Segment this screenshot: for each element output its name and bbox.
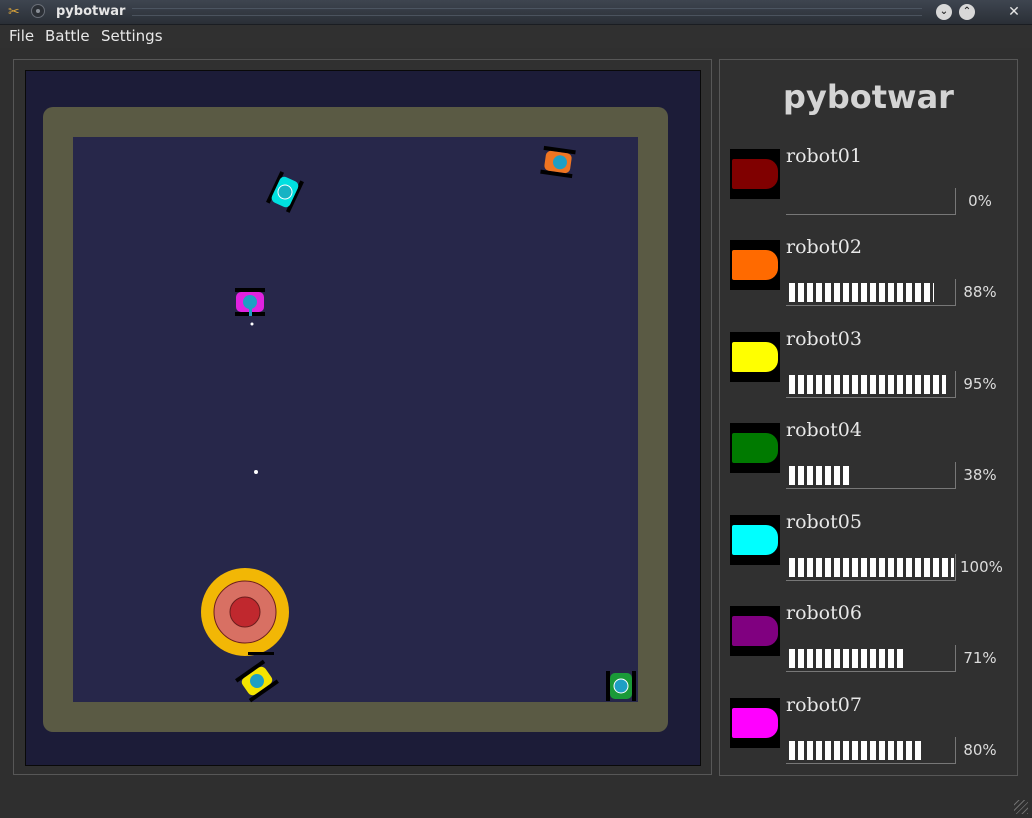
robot03-icon bbox=[730, 332, 780, 382]
robot-name: robot07 bbox=[786, 694, 862, 716]
minimize-icon[interactable]: ⌄ bbox=[936, 4, 952, 20]
menu-battle[interactable]: Battle bbox=[45, 27, 90, 45]
menu-file[interactable]: File bbox=[9, 27, 34, 45]
robot-entry: robot07 80% bbox=[730, 694, 1010, 768]
close-icon[interactable]: ✕ bbox=[1006, 4, 1022, 20]
title-bar: ✂ pybotwar ⌄ ⌃ ✕ bbox=[0, 0, 1032, 25]
health-bar bbox=[786, 188, 956, 215]
resize-grip-icon[interactable] bbox=[1014, 800, 1028, 814]
robot-name: robot06 bbox=[786, 602, 862, 624]
robot01-icon bbox=[730, 149, 780, 199]
robot06-icon bbox=[730, 606, 780, 656]
health-bar bbox=[786, 371, 956, 398]
robot-name: robot04 bbox=[786, 419, 862, 441]
health-bar bbox=[786, 279, 956, 306]
menu-settings[interactable]: Settings bbox=[101, 27, 163, 45]
health-percent: 71% bbox=[963, 649, 997, 667]
robot-name: robot03 bbox=[786, 328, 862, 350]
robot04-icon bbox=[730, 423, 780, 473]
menu-bar: File Battle Settings bbox=[0, 25, 1032, 48]
health-bar bbox=[786, 462, 956, 489]
app-logo-icon: ✂ bbox=[8, 4, 20, 20]
arena-floor bbox=[73, 137, 638, 702]
health-percent: 88% bbox=[963, 283, 997, 301]
maximize-icon[interactable]: ⌃ bbox=[959, 4, 975, 20]
health-percent: 0% bbox=[968, 192, 992, 210]
window-title: pybotwar bbox=[56, 4, 126, 19]
robot02-icon bbox=[730, 240, 780, 290]
robot-entry: robot05 100% bbox=[730, 511, 1010, 585]
health-bar bbox=[786, 737, 956, 764]
health-percent: 95% bbox=[963, 375, 997, 393]
robot-entry: robot04 38% bbox=[730, 419, 1010, 493]
robot-name: robot02 bbox=[786, 236, 862, 258]
robot-name: robot01 bbox=[786, 145, 862, 167]
robot-entry: robot03 95% bbox=[730, 328, 1010, 402]
title-bar-rule bbox=[132, 8, 922, 16]
health-percent: 80% bbox=[963, 741, 997, 759]
robot-name: robot05 bbox=[786, 511, 862, 533]
health-bar bbox=[786, 645, 956, 672]
health-percent: 38% bbox=[963, 466, 997, 484]
robot-entry: robot06 71% bbox=[730, 602, 1010, 676]
scoreboard-heading: pybotwar bbox=[783, 78, 954, 116]
health-percent: 100% bbox=[960, 558, 1003, 576]
health-bar bbox=[786, 554, 956, 581]
window-menu-icon[interactable] bbox=[31, 4, 45, 18]
robot-entry: robot02 88% bbox=[730, 236, 1010, 310]
robot05-icon bbox=[730, 515, 780, 565]
status-bar bbox=[0, 780, 1032, 818]
robot-entry: robot01 0% bbox=[730, 145, 1010, 219]
robot07-icon bbox=[730, 698, 780, 748]
